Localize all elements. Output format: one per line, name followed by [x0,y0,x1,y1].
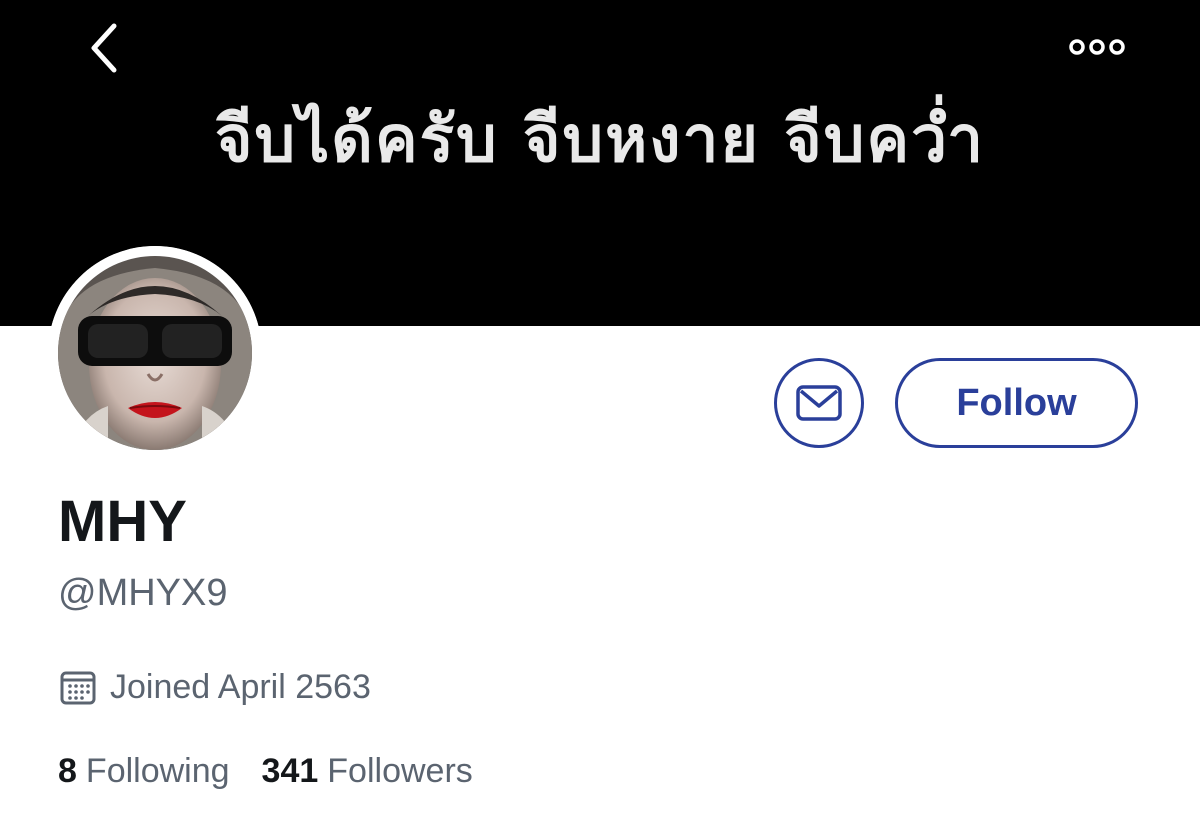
chevron-left-icon [91,23,117,73]
profile-page: จีบได้ครับ จีบหงาย จีบคว่ำ Follow MHY @M… [0,0,1200,813]
more-options-button[interactable] [1062,30,1132,64]
envelope-icon [796,385,842,421]
user-handle: @MHYX9 [58,572,228,614]
avatar[interactable] [48,246,262,460]
display-name: MHY [58,489,187,554]
following-count: 8 [58,752,77,790]
follow-stats: 8 Following 341 Followers [58,752,505,791]
calendar-icon [60,670,96,706]
following-label: Following [85,752,230,790]
joined-date-row: Joined April 2563 [60,668,371,707]
banner-text: จีบได้ครับ จีบหงาย จีบคว่ำ [214,102,986,177]
avatar-image [48,246,262,460]
message-button[interactable] [774,358,864,448]
follow-button[interactable]: Follow [895,358,1138,448]
joined-date-text: Joined April 2563 [110,668,371,706]
followers-label: Followers [327,752,473,790]
back-button[interactable] [76,20,132,76]
followers-count: 341 [261,752,319,790]
following-link[interactable]: 8 Following [58,752,230,791]
followers-link[interactable]: 341 Followers [262,752,473,791]
more-dots-icon [1069,39,1125,55]
